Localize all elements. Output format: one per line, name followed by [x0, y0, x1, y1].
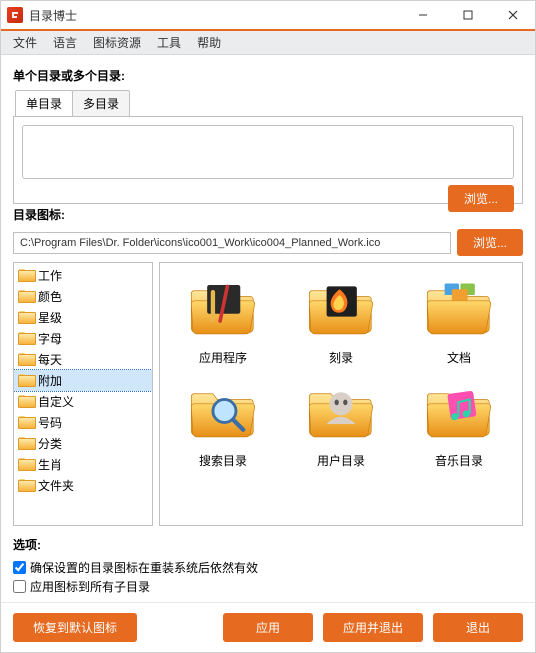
- main-window: 目录博士 文件 语言 图标资源 工具 帮助 单个目录或多个目录: 单目录 多目录: [0, 0, 536, 653]
- menubar: 文件 语言 图标资源 工具 帮助: [1, 31, 535, 55]
- tree-item-4[interactable]: 每天: [14, 349, 152, 370]
- options-label: 选项:: [13, 536, 523, 553]
- icon-browser: 工作颜色星级字母每天附加自定义号码分类生肖文件夹 应用程序 刻录 文档 搜索目录…: [13, 262, 523, 526]
- window-title: 目录博士: [29, 7, 400, 24]
- folder-tab-panel: 浏览...: [13, 116, 523, 204]
- apply-button[interactable]: 应用: [223, 613, 313, 642]
- icon-item-users[interactable]: 用户目录: [284, 374, 398, 471]
- icon-item-label: 文档: [447, 349, 471, 366]
- minimize-button[interactable]: [400, 0, 445, 30]
- folder-icon: [18, 374, 34, 387]
- titlebar: 目录博士: [1, 1, 535, 31]
- checkbox-persist[interactable]: [13, 561, 26, 574]
- tree-item-6[interactable]: 自定义: [14, 391, 152, 412]
- search-folder-icon: [183, 376, 263, 446]
- icon-item-docs[interactable]: 文档: [402, 271, 516, 368]
- docs-folder-icon: [419, 273, 499, 343]
- tree-item-label: 自定义: [38, 393, 74, 410]
- browse-folder-button[interactable]: 浏览...: [448, 185, 514, 212]
- restore-default-button[interactable]: 恢复到默认图标: [13, 613, 137, 642]
- folder-icon: [18, 437, 34, 450]
- folder-icon: [18, 458, 34, 471]
- tree-item-10[interactable]: 文件夹: [14, 475, 152, 496]
- apps-folder-icon: [183, 273, 263, 343]
- tree-item-8[interactable]: 分类: [14, 433, 152, 454]
- tree-item-label: 生肖: [38, 456, 62, 473]
- tree-item-label: 颜色: [38, 288, 62, 305]
- maximize-button[interactable]: [445, 0, 490, 30]
- icon-item-label: 应用程序: [199, 349, 247, 366]
- icons-grid[interactable]: 应用程序 刻录 文档 搜索目录 用户目录 音乐目录: [159, 262, 523, 526]
- tree-item-2[interactable]: 星级: [14, 307, 152, 328]
- menu-tools[interactable]: 工具: [149, 31, 189, 54]
- icon-item-search[interactable]: 搜索目录: [166, 374, 280, 471]
- content-area: 单个目录或多个目录: 单目录 多目录 浏览... 目录图标: 浏览... 工作颜…: [1, 55, 535, 602]
- folder-icon: [18, 311, 34, 324]
- options-section: 选项: 确保设置的目录图标在重装系统后依然有效 应用图标到所有子目录: [13, 534, 523, 597]
- option-subfolders-label: 应用图标到所有子目录: [30, 578, 150, 595]
- menu-help[interactable]: 帮助: [189, 31, 229, 54]
- icon-item-label: 音乐目录: [435, 452, 483, 469]
- tree-item-label: 附加: [38, 372, 62, 389]
- folder-icon: [18, 353, 34, 366]
- folders-section-label: 单个目录或多个目录:: [13, 67, 523, 84]
- option-persist-label: 确保设置的目录图标在重装系统后依然有效: [30, 559, 258, 576]
- folder-tabs: 单目录 多目录: [15, 90, 523, 116]
- tab-single-folder[interactable]: 单目录: [15, 90, 73, 116]
- icon-path-input[interactable]: [13, 232, 451, 254]
- checkbox-subfolders[interactable]: [13, 580, 26, 593]
- tree-item-label: 字母: [38, 330, 62, 347]
- tree-item-1[interactable]: 颜色: [14, 286, 152, 307]
- users-folder-icon: [301, 376, 381, 446]
- option-apply-subfolders[interactable]: 应用图标到所有子目录: [13, 578, 523, 595]
- tree-item-5[interactable]: 附加: [14, 370, 152, 391]
- tree-item-9[interactable]: 生肖: [14, 454, 152, 475]
- tab-multi-folder[interactable]: 多目录: [72, 90, 130, 116]
- tree-item-label: 分类: [38, 435, 62, 452]
- folder-icon: [18, 290, 34, 303]
- tree-item-0[interactable]: 工作: [14, 265, 152, 286]
- menu-language[interactable]: 语言: [45, 31, 85, 54]
- exit-button[interactable]: 退出: [433, 613, 523, 642]
- close-button[interactable]: [490, 0, 535, 30]
- app-icon: [7, 7, 23, 23]
- icon-item-label: 用户目录: [317, 452, 365, 469]
- folder-icon: [18, 269, 34, 282]
- icon-item-apps[interactable]: 应用程序: [166, 271, 280, 368]
- icon-path-row: 浏览...: [13, 229, 523, 256]
- folder-path-input[interactable]: [22, 125, 514, 179]
- option-persist-after-reinstall[interactable]: 确保设置的目录图标在重装系统后依然有效: [13, 559, 523, 576]
- tree-item-label: 每天: [38, 351, 62, 368]
- tree-item-label: 号码: [38, 414, 62, 431]
- tree-item-3[interactable]: 字母: [14, 328, 152, 349]
- tree-item-label: 星级: [38, 309, 62, 326]
- icon-item-label: 刻录: [329, 349, 353, 366]
- footer-bar: 恢复到默认图标 应用 应用并退出 退出: [1, 602, 535, 652]
- folder-icon: [18, 395, 34, 408]
- folder-icon: [18, 416, 34, 429]
- browse-icon-button[interactable]: 浏览...: [457, 229, 523, 256]
- menu-icon-res[interactable]: 图标资源: [85, 31, 149, 54]
- burn-folder-icon: [301, 273, 381, 343]
- icon-item-music[interactable]: 音乐目录: [402, 374, 516, 471]
- categories-tree[interactable]: 工作颜色星级字母每天附加自定义号码分类生肖文件夹: [13, 262, 153, 526]
- tree-item-label: 工作: [38, 267, 62, 284]
- apply-exit-button[interactable]: 应用并退出: [323, 613, 423, 642]
- tree-item-label: 文件夹: [38, 477, 74, 494]
- folder-icon: [18, 479, 34, 492]
- icon-item-burn[interactable]: 刻录: [284, 271, 398, 368]
- icon-item-label: 搜索目录: [199, 452, 247, 469]
- window-controls: [400, 0, 535, 30]
- folder-icon: [18, 332, 34, 345]
- music-folder-icon: [419, 376, 499, 446]
- tree-item-7[interactable]: 号码: [14, 412, 152, 433]
- menu-file[interactable]: 文件: [5, 31, 45, 54]
